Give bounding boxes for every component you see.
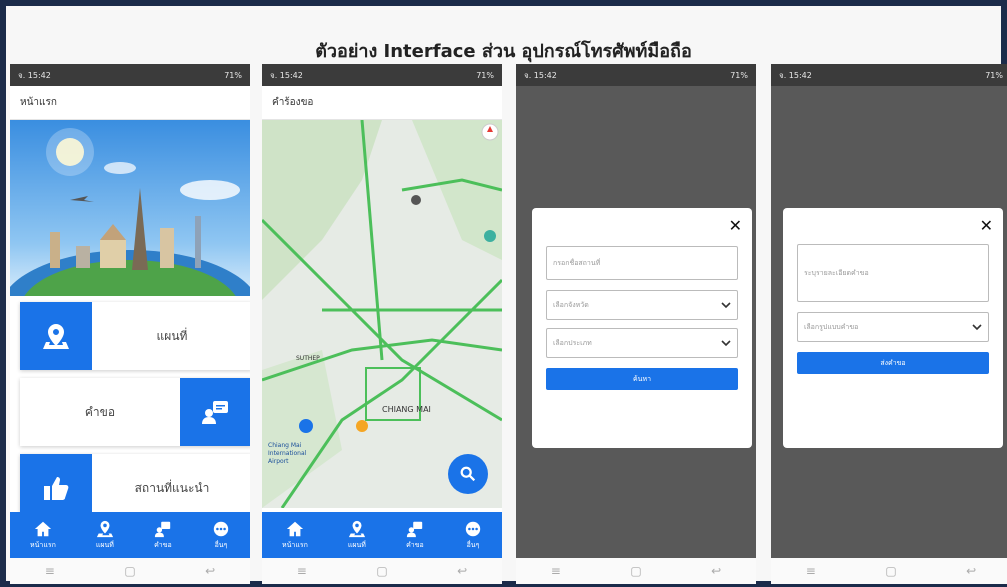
request-modal: ✕ ระบุรายละเอียดคำขอ เลือกรูปแบบคำขอ ส่ง… bbox=[783, 208, 1003, 448]
nav-home-label: หน้าแรก bbox=[30, 540, 56, 549]
phone-search-modal-screen: จ. 15:42 71% ✕ กรอกชื่อสถานที่ เลือกจังห… bbox=[516, 64, 756, 584]
nav-map-label: แผนที่ bbox=[95, 540, 114, 549]
page-title: หน้าแรก bbox=[20, 97, 57, 108]
page-title: คำร้องขอ bbox=[272, 97, 314, 108]
phone-request-modal-screen: จ. 15:42 71% ✕ ระบุรายละเอียดคำขอ เลือกร… bbox=[771, 64, 1007, 584]
nav-more[interactable]: อื่นๆ bbox=[464, 520, 482, 551]
home-button-icon[interactable]: ▢ bbox=[124, 564, 135, 578]
nav-request-label: คำขอ bbox=[406, 540, 424, 549]
search-fab[interactable] bbox=[448, 454, 488, 494]
slide: ตัวอย่าง Interface ส่วน อุปกรณ์โทรศัพท์ม… bbox=[6, 6, 1007, 584]
nav-more-label: อื่นๆ bbox=[466, 540, 480, 549]
more-icon bbox=[465, 521, 481, 536]
nav-more[interactable]: อื่นๆ bbox=[212, 520, 230, 551]
nav-home[interactable]: หน้าแรก bbox=[282, 520, 308, 551]
home-button-icon[interactable]: ▢ bbox=[376, 564, 387, 578]
travel-illustration bbox=[10, 128, 250, 296]
bottom-nav: หน้าแรก แผนที่ คำขอ อื่นๆ bbox=[10, 512, 250, 558]
recent-apps-icon[interactable]: ≡ bbox=[551, 564, 561, 578]
request-type-select[interactable]: เลือกรูปแบบคำขอ bbox=[797, 312, 989, 342]
nav-more-label: อื่นๆ bbox=[214, 540, 228, 549]
home-icon bbox=[286, 521, 304, 536]
nav-map[interactable]: แผนที่ bbox=[96, 520, 114, 551]
request-type-select-value: เลือกรูปแบบคำขอ bbox=[804, 322, 859, 331]
menu-label-map: แผนที่ bbox=[156, 328, 188, 343]
nav-map-label: แผนที่ bbox=[347, 540, 366, 549]
nav-map[interactable]: แผนที่ bbox=[348, 520, 366, 551]
phone-home-screen: จ. 15:42 71% หน้าแรก แผนที่ คำขอ สถานที่… bbox=[10, 64, 250, 584]
home-button-icon[interactable]: ▢ bbox=[885, 564, 896, 578]
system-nav-bar: ≡ ▢ ↩ bbox=[771, 558, 1007, 584]
nav-request-label: คำขอ bbox=[154, 540, 172, 549]
menu-card-request[interactable]: คำขอ bbox=[20, 378, 250, 446]
status-battery: 71% bbox=[476, 70, 494, 80]
map-label-airport: Chiang Mai International Airport bbox=[268, 442, 307, 465]
chevron-down-icon bbox=[721, 340, 731, 347]
province-select-value: เลือกจังหวัด bbox=[553, 300, 589, 309]
status-battery: 71% bbox=[985, 70, 1003, 80]
search-submit-button[interactable]: ค้นหา bbox=[546, 368, 738, 390]
back-icon[interactable]: ↩ bbox=[966, 564, 976, 578]
map-pin-icon bbox=[96, 520, 113, 537]
status-bar: จ. 15:42 71% bbox=[10, 64, 250, 86]
status-bar: จ. 15:42 71% bbox=[262, 64, 502, 86]
nav-home[interactable]: หน้าแรก bbox=[30, 520, 56, 551]
menu-label-request: คำขอ bbox=[84, 404, 116, 419]
status-bar: จ. 15:42 71% bbox=[771, 64, 1007, 86]
status-time: จ. 15:42 bbox=[524, 70, 557, 80]
recent-apps-icon[interactable]: ≡ bbox=[806, 564, 816, 578]
province-select[interactable]: เลือกจังหวัด bbox=[546, 290, 738, 320]
close-icon[interactable]: ✕ bbox=[980, 216, 993, 235]
request-icon bbox=[180, 378, 250, 446]
home-icon bbox=[34, 521, 52, 536]
search-modal: ✕ กรอกชื่อสถานที่ เลือกจังหวัด เลือกประเ… bbox=[532, 208, 752, 448]
recent-apps-icon[interactable]: ≡ bbox=[297, 564, 307, 578]
slide-title: ตัวอย่าง Interface ส่วน อุปกรณ์โทรศัพท์ม… bbox=[315, 41, 692, 62]
chevron-down-icon bbox=[721, 302, 731, 309]
map-label-city: CHIANG MAI bbox=[382, 405, 431, 414]
status-time: จ. 15:42 bbox=[270, 70, 303, 80]
recent-apps-icon[interactable]: ≡ bbox=[45, 564, 55, 578]
map-pin-icon bbox=[348, 520, 365, 537]
back-icon[interactable]: ↩ bbox=[205, 564, 215, 578]
app-bar: คำร้องขอ bbox=[262, 86, 502, 120]
map-label-suthep: SUTHEP bbox=[296, 355, 320, 362]
map-view[interactable]: CHIANG MAI SUTHEP Chiang Mai Internation… bbox=[262, 120, 502, 508]
home-button-icon[interactable]: ▢ bbox=[630, 564, 641, 578]
hero-travel-image bbox=[10, 120, 250, 296]
category-select[interactable]: เลือกประเภท bbox=[546, 328, 738, 358]
more-icon bbox=[213, 521, 229, 536]
place-name-input[interactable]: กรอกชื่อสถานที่ bbox=[546, 246, 738, 280]
nav-request[interactable]: คำขอ bbox=[154, 520, 172, 551]
request-icon bbox=[154, 521, 171, 537]
nav-home-label: หน้าแรก bbox=[282, 540, 308, 549]
request-detail-textarea[interactable]: ระบุรายละเอียดคำขอ bbox=[797, 244, 989, 302]
back-icon[interactable]: ↩ bbox=[711, 564, 721, 578]
menu-label-recommended: สถานที่แนะนำ bbox=[134, 480, 210, 495]
place-name-placeholder: กรอกชื่อสถานที่ bbox=[553, 258, 601, 267]
request-detail-placeholder: ระบุรายละเอียดคำขอ bbox=[804, 268, 869, 277]
system-nav-bar: ≡ ▢ ↩ bbox=[10, 558, 250, 584]
chevron-down-icon bbox=[972, 324, 982, 331]
status-time: จ. 15:42 bbox=[779, 70, 812, 80]
close-icon[interactable]: ✕ bbox=[729, 216, 742, 235]
status-bar: จ. 15:42 71% bbox=[516, 64, 756, 86]
search-icon bbox=[460, 466, 476, 482]
nav-request[interactable]: คำขอ bbox=[406, 520, 424, 551]
status-time: จ. 15:42 bbox=[18, 70, 51, 80]
map-pin-icon bbox=[20, 302, 92, 370]
back-icon[interactable]: ↩ bbox=[457, 564, 467, 578]
system-nav-bar: ≡ ▢ ↩ bbox=[262, 558, 502, 584]
menu-card-map[interactable]: แผนที่ bbox=[20, 302, 250, 370]
status-battery: 71% bbox=[730, 70, 748, 80]
request-submit-button[interactable]: ส่งคำขอ bbox=[797, 352, 989, 374]
system-nav-bar: ≡ ▢ ↩ bbox=[516, 558, 756, 584]
category-select-value: เลือกประเภท bbox=[553, 338, 592, 347]
phone-map-screen: จ. 15:42 71% คำร้องขอ CHIANG MAI SUTHEP … bbox=[262, 64, 502, 584]
app-bar: หน้าแรก bbox=[10, 86, 250, 120]
status-battery: 71% bbox=[224, 70, 242, 80]
request-icon bbox=[406, 521, 423, 537]
bottom-nav: หน้าแรก แผนที่ คำขอ อื่นๆ bbox=[262, 512, 502, 558]
